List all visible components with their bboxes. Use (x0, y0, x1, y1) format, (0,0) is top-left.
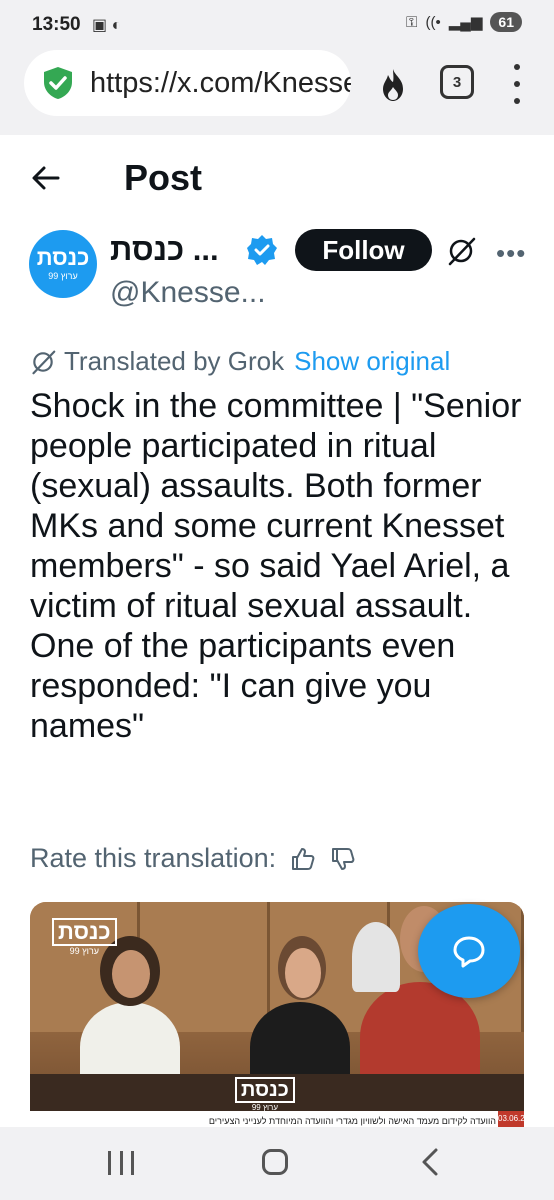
tweet-text: Shock in the committee | "Senior people … (30, 386, 540, 746)
shield-check-icon (44, 67, 72, 99)
tabs-button[interactable]: 3 (440, 65, 474, 99)
avatar[interactable]: כנסת ערוץ 99 (29, 230, 97, 298)
page-title: Post (124, 157, 203, 198)
follow-button[interactable]: Follow (295, 229, 432, 271)
more-options-icon[interactable]: ••• (496, 240, 526, 266)
url-text[interactable]: https://x.com/Knesset (90, 67, 351, 100)
avatar-logo-subtext: ערוץ 99 (48, 271, 78, 281)
status-right-icons: ⚿ ((• ▂▄▆ 61 (406, 12, 522, 32)
news-ticker: הוועדה לקידום מעמד האישה ולשוויון מגדרי … (30, 1111, 524, 1127)
tweet-text-content: Shock in the committee | "Senior people … (30, 387, 522, 745)
thumbs-down-icon[interactable] (330, 846, 356, 872)
grok-small-icon (32, 350, 56, 374)
status-bar: 13:50 ▣ ◐ ⚿ ((• ▂▄▆ 61 (0, 0, 554, 50)
fire-icon[interactable] (375, 67, 411, 103)
show-original-link[interactable]: Show original (294, 346, 450, 377)
thumbs-up-icon[interactable] (290, 846, 316, 872)
key-icon: ⚿ (406, 13, 418, 31)
translation-info: Translated by Grok Show original (30, 346, 450, 377)
avatar-logo-text: כנסת (36, 245, 90, 270)
grok-icon[interactable] (446, 236, 476, 266)
author-name[interactable]: כנסת ... (110, 232, 219, 268)
media-channel-logo: כנסת ערוץ 99 (52, 918, 117, 956)
rate-translation-label: Rate this translation: (30, 843, 277, 873)
media-channel-logo-lower: כנסת ערוץ 99 (235, 1077, 295, 1112)
post-header: Post (0, 150, 554, 210)
speech-bubble-icon (453, 936, 485, 968)
back-arrow-icon[interactable] (30, 162, 62, 194)
notification-icons: ▣ ◐ (92, 17, 122, 34)
signal-icon: ▂▄▆ (448, 14, 483, 31)
battery-indicator: 61 (490, 12, 522, 32)
media-logo-subtext: ערוץ 99 (69, 946, 100, 956)
system-nav-bar (0, 1127, 554, 1200)
verified-badge-icon (247, 235, 277, 265)
rate-translation-row: Rate this translation: (30, 843, 356, 874)
translated-by-label: Translated by Grok (64, 346, 285, 376)
author-handle[interactable]: @Knesse... (110, 276, 266, 310)
person-face (285, 948, 321, 998)
media-logo-text: כנסת (235, 1077, 295, 1103)
person-figure (352, 922, 400, 992)
compose-reply-button[interactable] (418, 904, 520, 998)
nav-back-icon[interactable] (418, 1147, 442, 1177)
tab-count: 3 (452, 73, 462, 91)
person-face (112, 950, 150, 998)
home-icon[interactable] (262, 1149, 288, 1175)
browser-menu-icon[interactable] (510, 64, 524, 104)
browser-toolbar: https://x.com/Knesset 3 (0, 50, 554, 135)
address-bar[interactable]: https://x.com/Knesset (24, 50, 351, 116)
recent-apps-icon[interactable] (108, 1151, 134, 1175)
media-logo-text: כנסת (52, 918, 117, 946)
wifi-icon: ((• (425, 13, 441, 31)
ticker-text: הוועדה לקידום מעמד האישה ולשוויון מגדרי … (208, 1116, 496, 1126)
status-time: 13:50 (32, 14, 81, 35)
ticker-date: 03.06.25 (498, 1111, 524, 1127)
